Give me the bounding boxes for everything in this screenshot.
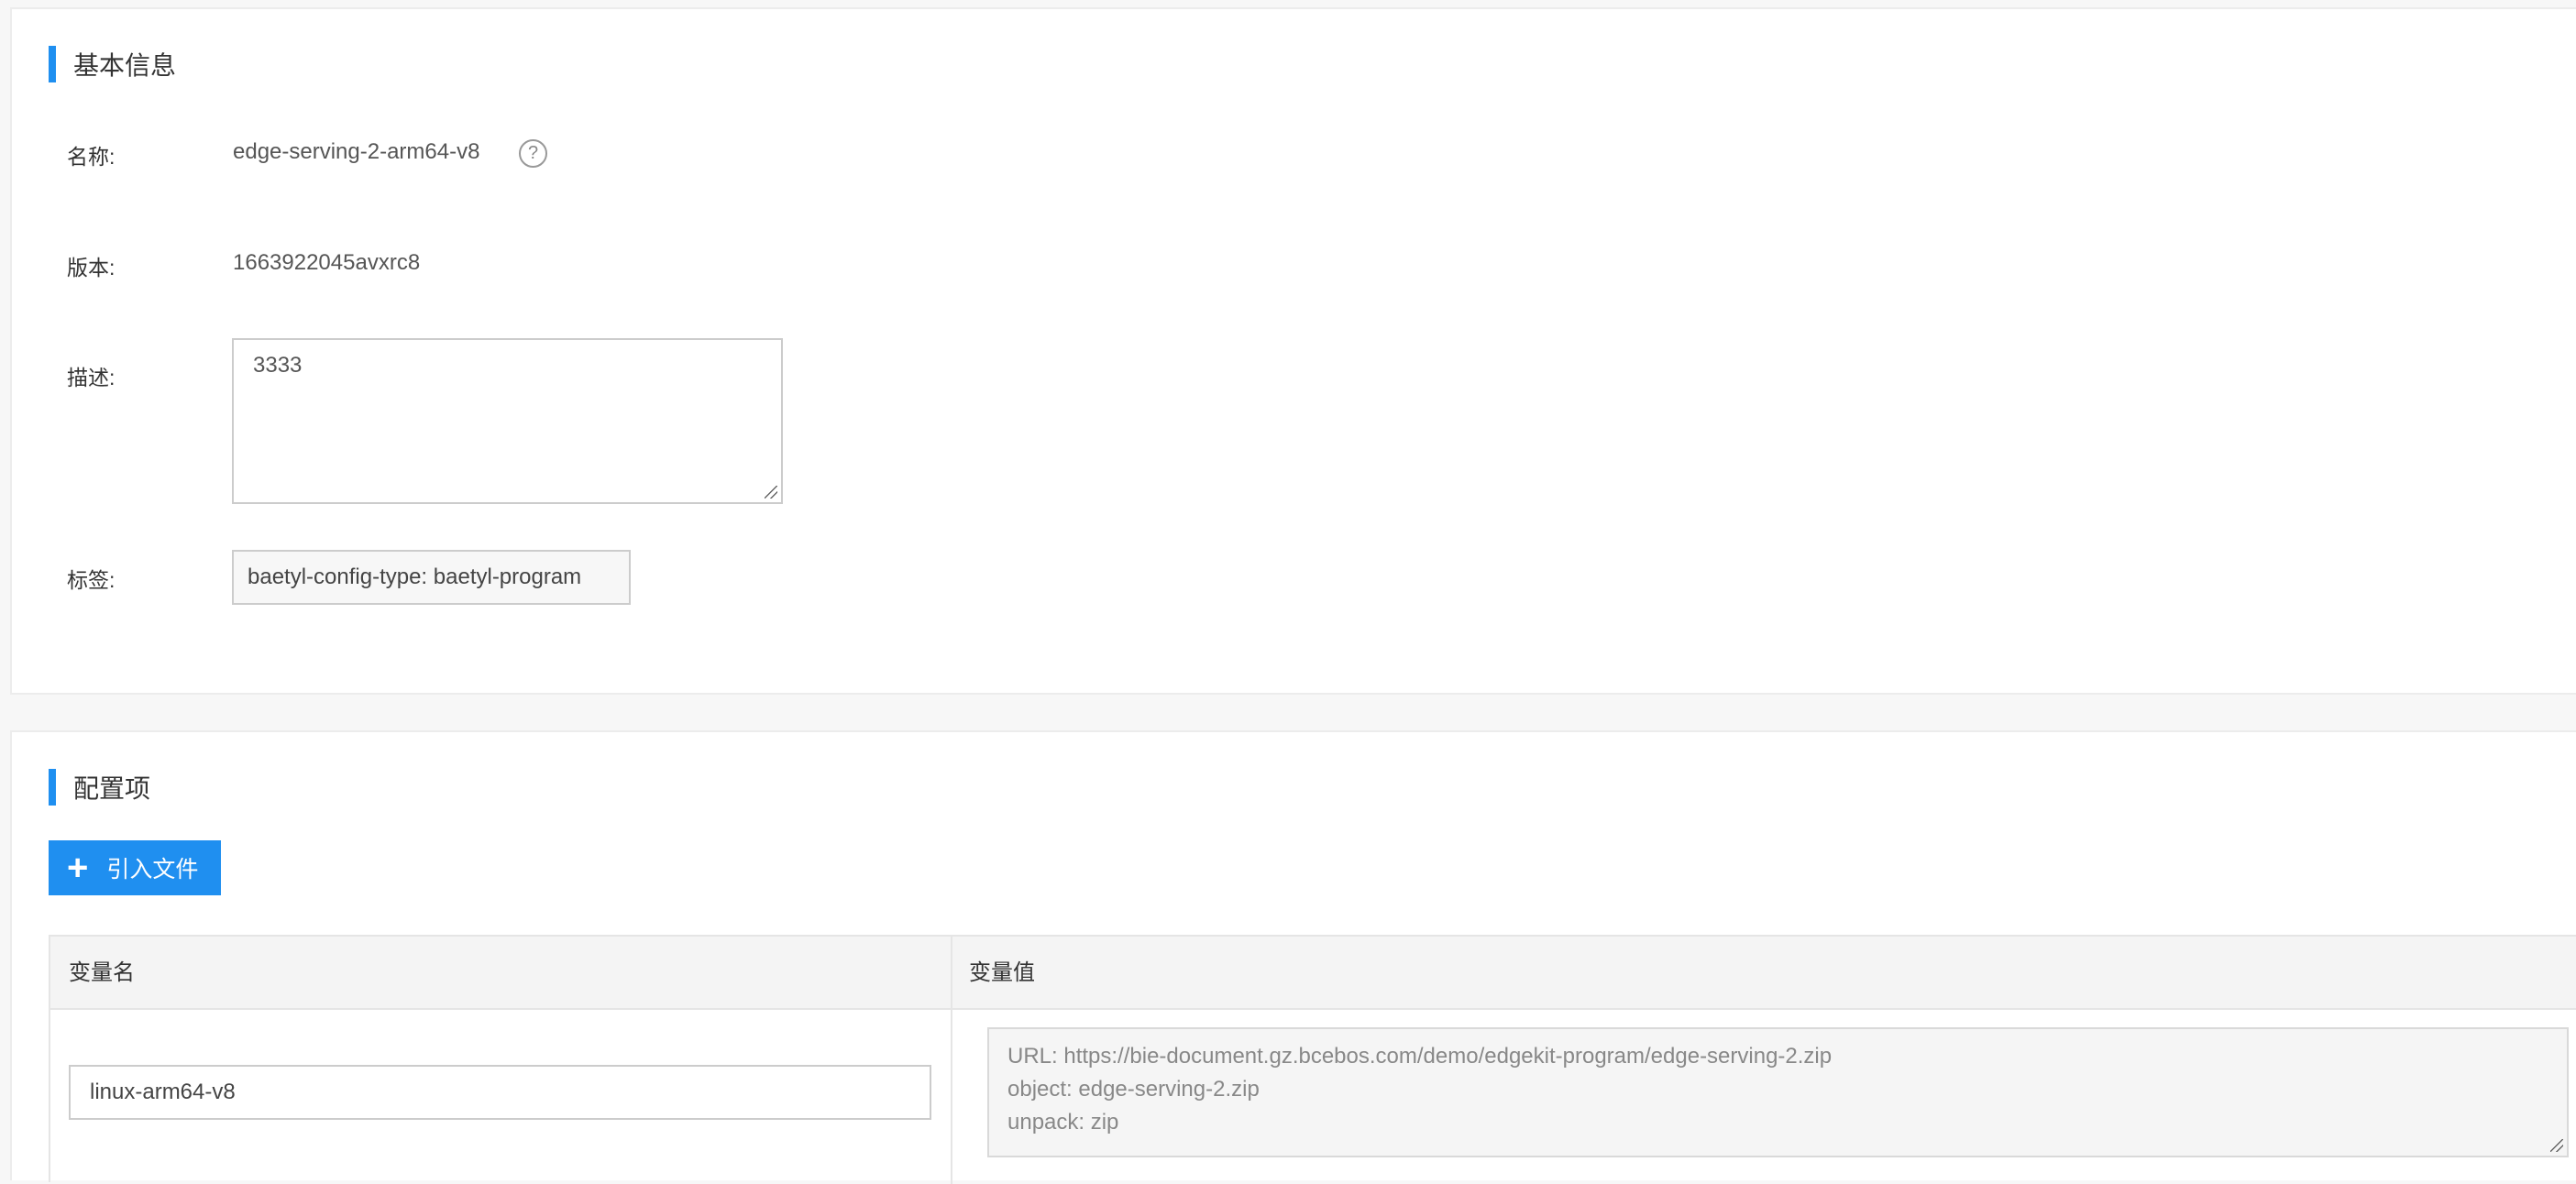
- column-header-variable-value: 变量值: [969, 960, 1035, 985]
- value-line: unpack: zip: [1007, 1110, 1119, 1135]
- description-text: 3333: [253, 353, 303, 378]
- table-header: 变量名 变量值: [50, 937, 2576, 1010]
- basic-info-card: 基本信息 名称: edge-serving-2-arm64-v8 ? 版本: 1…: [10, 7, 2576, 695]
- resize-grip-icon[interactable]: [765, 486, 777, 499]
- section-title: 基本信息: [73, 51, 177, 80]
- version-label: 版本:: [67, 256, 116, 280]
- version-value: 1663922045avxrc8: [233, 250, 421, 275]
- section-accent-bar: [49, 46, 56, 82]
- name-value: edge-serving-2-arm64-v8: [233, 139, 480, 164]
- description-label: 描述:: [67, 366, 116, 389]
- help-icon[interactable]: ?: [519, 139, 547, 168]
- value-line: object: edge-serving-2.zip: [1007, 1077, 1260, 1102]
- import-file-label: 引入文件: [106, 857, 199, 883]
- variable-value-textarea[interactable]: URL: https://bie-document.gz.bcebos.com/…: [987, 1027, 2569, 1157]
- tag-chip: baetyl-config-type: baetyl-program: [232, 550, 631, 605]
- value-line: URL: https://bie-document.gz.bcebos.com/…: [1007, 1044, 1833, 1069]
- resize-grip-icon[interactable]: [2550, 1139, 2563, 1152]
- section-header-basic-info: 基本信息: [49, 46, 176, 82]
- name-label: 名称:: [67, 145, 116, 169]
- description-textarea[interactable]: 3333: [232, 338, 783, 504]
- section-header-config: 配置项: [49, 769, 150, 806]
- tags-label: 标签:: [67, 568, 116, 592]
- variable-name-input[interactable]: [69, 1065, 931, 1120]
- config-table: 变量名 变量值 URL: https://bie-document.gz.bce…: [49, 935, 2576, 1184]
- column-divider: [951, 937, 952, 1184]
- config-card: 配置项 + 引入文件 变量名 变量值 URL: https://bie-docu…: [10, 730, 2576, 1184]
- column-header-variable-name: 变量名: [69, 960, 135, 985]
- plus-icon: +: [67, 848, 89, 888]
- import-file-button[interactable]: + 引入文件: [49, 840, 221, 895]
- section-title: 配置项: [73, 774, 151, 803]
- section-accent-bar: [49, 769, 56, 806]
